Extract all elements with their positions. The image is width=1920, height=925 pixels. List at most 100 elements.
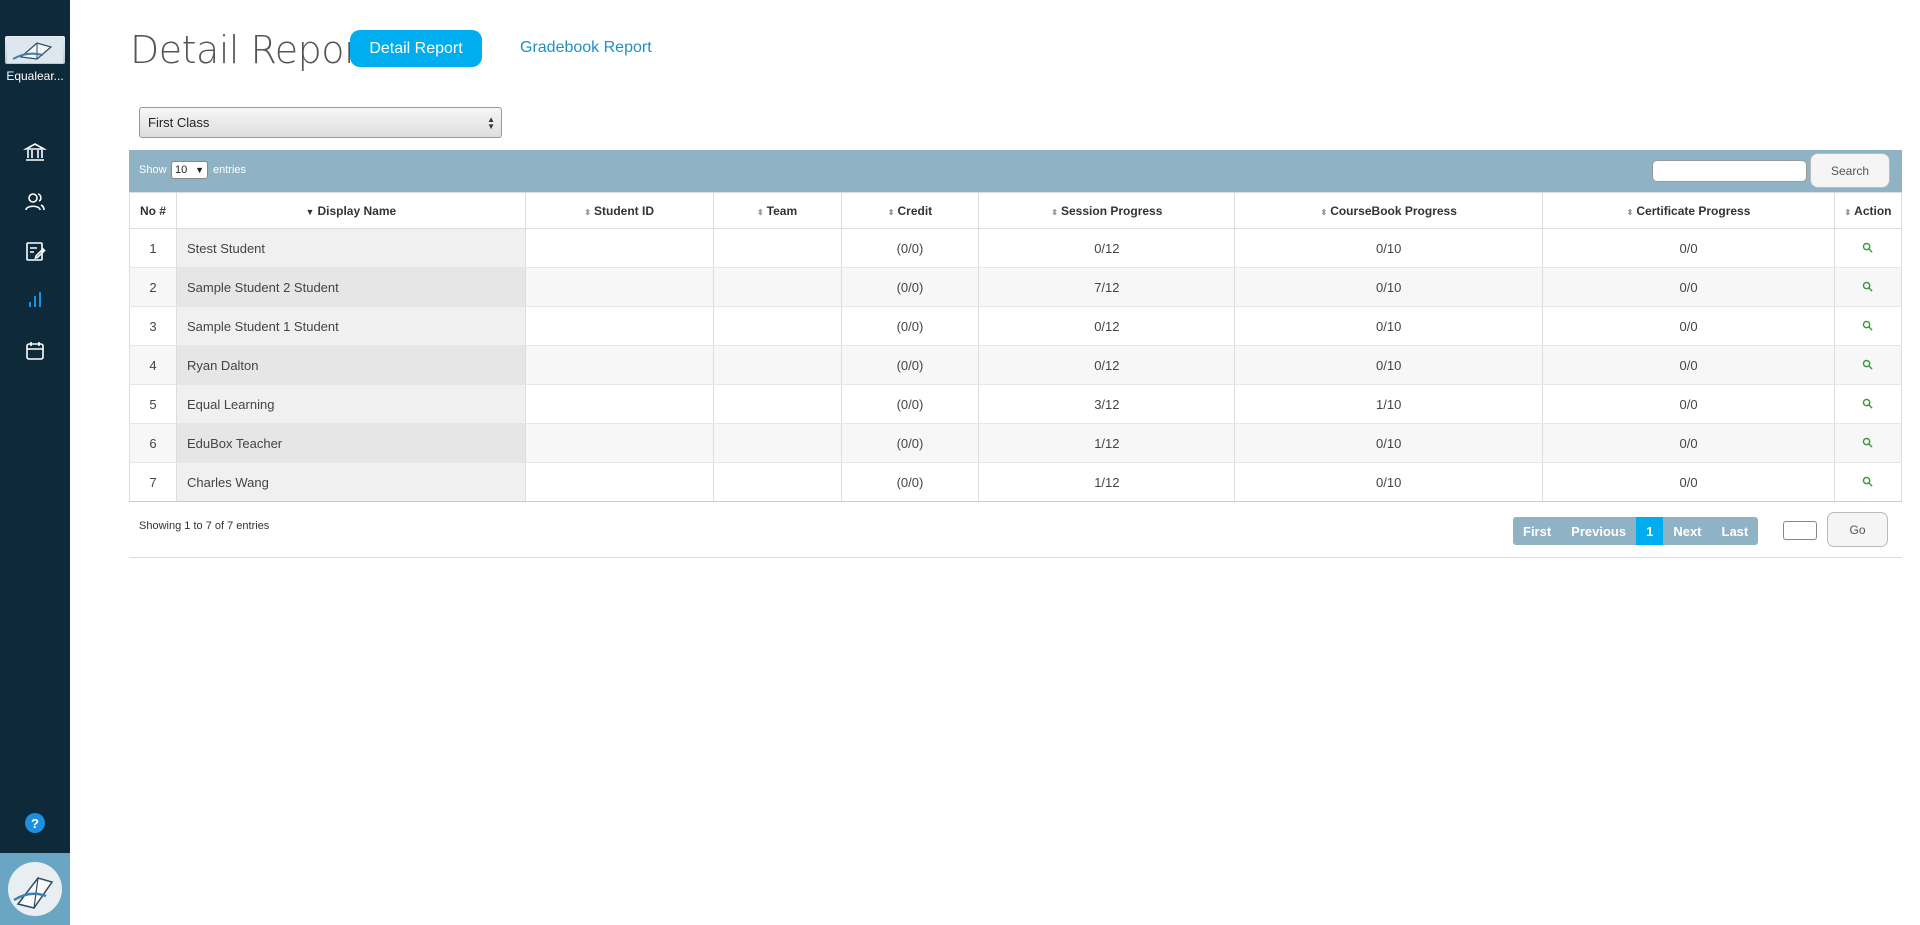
institution-icon[interactable] xyxy=(21,138,49,166)
table-header-row: No # ▼ Display Name ⬍ Student ID ⬍ Team ⬍ Cr… xyxy=(129,192,1903,229)
class-select-value: First Class xyxy=(148,115,210,130)
search-input[interactable] xyxy=(1652,160,1807,182)
column-header-coursebook-progress[interactable]: ⬍ CourseBook Progress xyxy=(1234,192,1544,229)
cell-coursebook-progress: 1/10 xyxy=(1234,384,1544,424)
cell-student-id xyxy=(524,462,714,502)
help-icon[interactable]: ? xyxy=(25,813,45,833)
page-size-select[interactable]: 10 ▼ xyxy=(171,161,208,179)
cell-certificate-progress: 0/0 xyxy=(1542,267,1835,307)
cell-session-progress: 1/12 xyxy=(978,462,1236,502)
app-name: Equalear... xyxy=(6,69,64,83)
view-details-icon[interactable] xyxy=(1862,358,1874,373)
go-button[interactable]: Go xyxy=(1827,512,1888,547)
cell-team xyxy=(712,384,842,424)
cell-credit: (0/0) xyxy=(840,306,980,346)
cell-session-progress: 0/12 xyxy=(978,306,1236,346)
search-button[interactable]: Search xyxy=(1810,153,1890,188)
calendar-icon[interactable] xyxy=(21,337,49,365)
cell-action xyxy=(1833,345,1903,385)
cell-display-name: Sample Student 1 Student xyxy=(175,306,526,346)
cell-session-progress: 3/12 xyxy=(978,384,1236,424)
cell-student-id xyxy=(524,423,714,463)
bar-chart-icon[interactable] xyxy=(21,286,49,314)
cell-no: 6 xyxy=(129,423,177,463)
cell-coursebook-progress: 0/10 xyxy=(1234,423,1544,463)
view-details-icon[interactable] xyxy=(1862,475,1874,490)
table-row: 2 Sample Student 2 Student (0/0) 7/12 0/… xyxy=(129,267,1903,307)
avatar-image xyxy=(8,862,62,916)
view-details-icon[interactable] xyxy=(1862,280,1874,295)
detail-report-button[interactable]: Detail Report xyxy=(350,30,482,67)
cell-team xyxy=(712,228,842,268)
column-header-team[interactable]: ⬍ Team xyxy=(712,192,842,229)
cell-coursebook-progress: 0/10 xyxy=(1234,345,1544,385)
divider xyxy=(129,557,1902,558)
view-details-icon[interactable] xyxy=(1862,319,1874,334)
cell-credit: (0/0) xyxy=(840,384,980,424)
cell-certificate-progress: 0/0 xyxy=(1542,423,1835,463)
sort-icon: ⬍ xyxy=(756,207,764,217)
cell-certificate-progress: 0/0 xyxy=(1542,228,1835,268)
page-size-value: 10 xyxy=(175,164,188,176)
column-header-session-progress[interactable]: ⬍ Session Progress xyxy=(978,192,1236,229)
table-row: 4 Ryan Dalton (0/0) 0/12 0/10 0/0 xyxy=(129,345,1903,385)
table-row: 6 EduBox Teacher (0/0) 1/12 0/10 0/0 xyxy=(129,423,1903,463)
class-select[interactable]: First Class ▲ ▼ xyxy=(139,107,502,138)
column-header-action[interactable]: ⬍ Action xyxy=(1833,192,1903,229)
table-toolbar: Show 10 ▼ entries Search xyxy=(129,150,1902,192)
cell-certificate-progress: 0/0 xyxy=(1542,306,1835,346)
sort-icon: ⬍ xyxy=(584,207,592,217)
column-header-no[interactable]: No # xyxy=(129,192,177,229)
table-row: 7 Charles Wang (0/0) 1/12 0/10 0/0 xyxy=(129,462,1903,502)
cell-session-progress: 1/12 xyxy=(978,423,1236,463)
column-header-display-name[interactable]: ▼ Display Name xyxy=(175,192,526,229)
report-table: No # ▼ Display Name ⬍ Student ID ⬍ Team ⬍ Cr… xyxy=(129,192,1903,502)
cell-certificate-progress: 0/0 xyxy=(1542,384,1835,424)
cell-session-progress: 7/12 xyxy=(978,267,1236,307)
sort-icon: ⬍ xyxy=(1844,207,1852,217)
cell-display-name: Ryan Dalton xyxy=(175,345,526,385)
column-header-credit[interactable]: ⬍ Credit xyxy=(840,192,980,229)
last-page-button[interactable]: Last xyxy=(1712,517,1759,545)
cell-display-name: Sample Student 2 Student xyxy=(175,267,526,307)
cell-team xyxy=(712,306,842,346)
cell-credit: (0/0) xyxy=(840,267,980,307)
cell-credit: (0/0) xyxy=(840,228,980,268)
cell-certificate-progress: 0/0 xyxy=(1542,462,1835,502)
first-page-button[interactable]: First xyxy=(1513,517,1561,545)
cell-display-name: Equal Learning xyxy=(175,384,526,424)
column-header-student-id[interactable]: ⬍ Student ID xyxy=(524,192,714,229)
cell-action xyxy=(1833,423,1903,463)
cell-no: 4 xyxy=(129,345,177,385)
page-number-input[interactable] xyxy=(1783,521,1817,540)
cell-coursebook-progress: 0/10 xyxy=(1234,306,1544,346)
assignment-icon[interactable] xyxy=(21,237,49,265)
previous-page-button[interactable]: Previous xyxy=(1561,517,1636,545)
table-row: 3 Sample Student 1 Student (0/0) 0/12 0/… xyxy=(129,306,1903,346)
sort-desc-icon: ▼ xyxy=(305,206,315,217)
cell-student-id xyxy=(524,228,714,268)
app-logo[interactable] xyxy=(5,36,65,64)
cell-credit: (0/0) xyxy=(840,345,980,385)
sidebar: Equalear... ? xyxy=(0,0,70,925)
user-avatar[interactable] xyxy=(0,853,70,925)
current-page-button[interactable]: 1 xyxy=(1636,517,1664,545)
cell-team xyxy=(712,267,842,307)
cell-action xyxy=(1833,267,1903,307)
cell-no: 7 xyxy=(129,462,177,502)
users-icon[interactable] xyxy=(21,188,49,216)
view-details-icon[interactable] xyxy=(1862,241,1874,256)
column-header-certificate-progress[interactable]: ⬍ Certificate Progress xyxy=(1542,192,1835,229)
sort-icon: ⬍ xyxy=(887,207,895,217)
pagination: First Previous 1 Next Last xyxy=(1513,517,1759,545)
view-details-icon[interactable] xyxy=(1862,436,1874,451)
table-info: Showing 1 to 7 of 7 entries xyxy=(139,520,270,532)
entries-label: entries xyxy=(213,164,247,176)
table-row: 1 Stest Student (0/0) 0/12 0/10 0/0 xyxy=(129,228,1903,268)
cell-display-name: Stest Student xyxy=(175,228,526,268)
cell-session-progress: 0/12 xyxy=(978,345,1236,385)
gradebook-report-link[interactable]: Gradebook Report xyxy=(520,39,652,57)
sort-icon: ⬍ xyxy=(1626,207,1634,217)
view-details-icon[interactable] xyxy=(1862,397,1874,412)
next-page-button[interactable]: Next xyxy=(1663,517,1711,545)
